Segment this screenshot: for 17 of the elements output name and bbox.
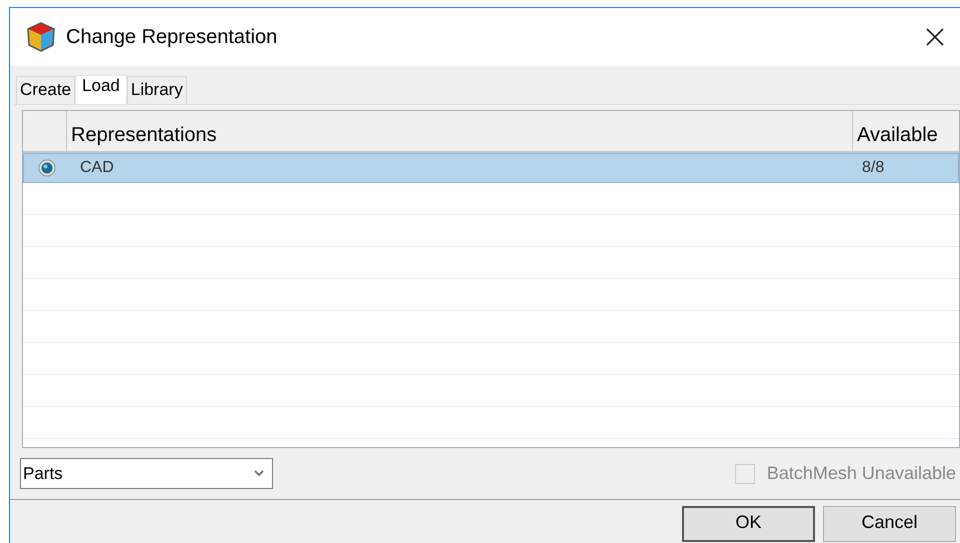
close-icon [925, 27, 945, 47]
chevron-icon [254, 470, 264, 478]
column-header: Representations [67, 111, 853, 151]
dialog-button[interactable]: OK [682, 506, 815, 542]
checkbox-label: BatchMesh Unavailable [766, 463, 956, 484]
table-cell-text: CAD [79, 159, 115, 177]
parts-dropdown[interactable]: Parts [20, 458, 273, 489]
cube-icon [24, 20, 58, 54]
tab[interactable]: Load [75, 75, 127, 104]
table-cell-text: 8/8 [862, 159, 886, 177]
radio-button[interactable] [38, 159, 56, 177]
column-header: Available [856, 123, 939, 148]
table-row[interactable]: CAD 8/8 [23, 153, 959, 183]
tab[interactable]: Library [126, 76, 187, 104]
window-title: Change Representation [66, 26, 278, 48]
dialog-button[interactable]: Cancel [823, 506, 956, 542]
tab[interactable]: Create [16, 76, 76, 104]
